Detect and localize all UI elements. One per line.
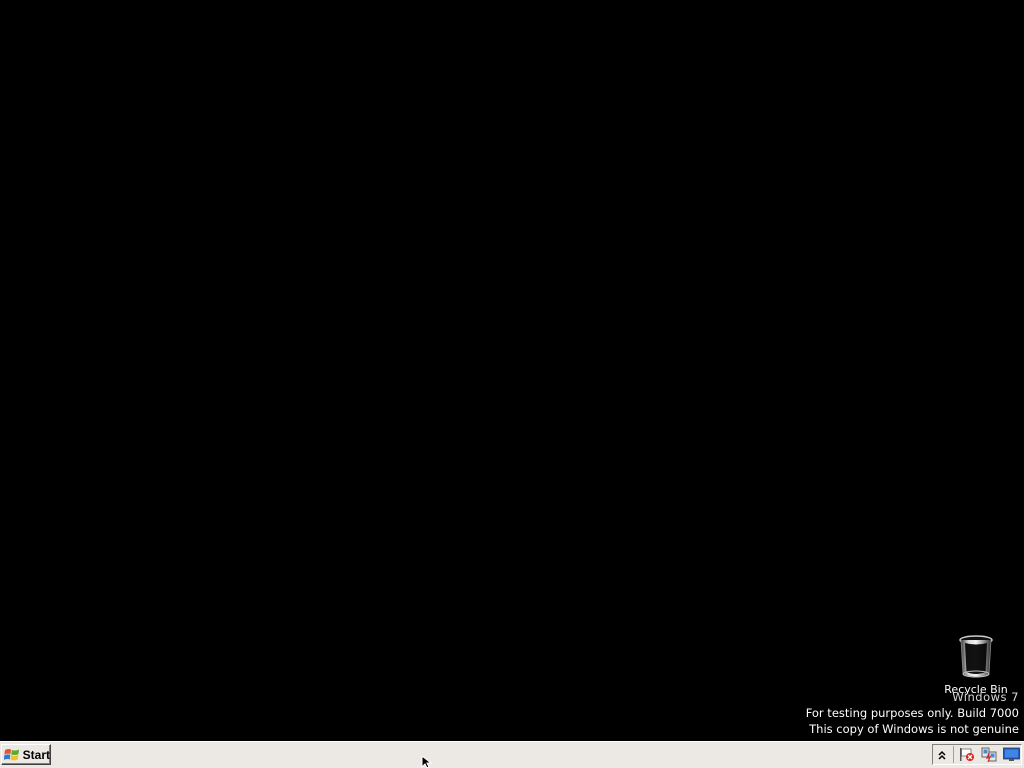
taskbar: Start [0,741,1024,768]
desktop[interactable]: Recycle Bin Windows 7 For testing purpos… [0,0,1024,741]
chevron-up-icon [938,750,946,760]
show-hidden-icons-chevron[interactable] [935,746,954,763]
action-center-flag-icon[interactable] [958,746,976,763]
show-desktop-icon[interactable] [1002,746,1020,763]
watermark-title: Windows 7 [952,690,1019,704]
start-button[interactable]: Start [1,744,51,765]
taskbar-window-list[interactable] [54,744,928,765]
windows-flag-icon [4,748,20,760]
mouse-cursor-icon [421,756,433,768]
watermark-genuine-text: This copy of Windows is not genuine [809,722,1019,736]
watermark-build-text: For testing purposes only. Build 7000 [805,706,1019,720]
start-button-label: Start [22,747,50,762]
desktop-watermark: Windows 7 For testing purposes only. Bui… [699,689,1019,737]
notification-area [932,744,1022,765]
recycle-bin-icon [959,635,993,678]
network-icon[interactable] [980,746,998,763]
